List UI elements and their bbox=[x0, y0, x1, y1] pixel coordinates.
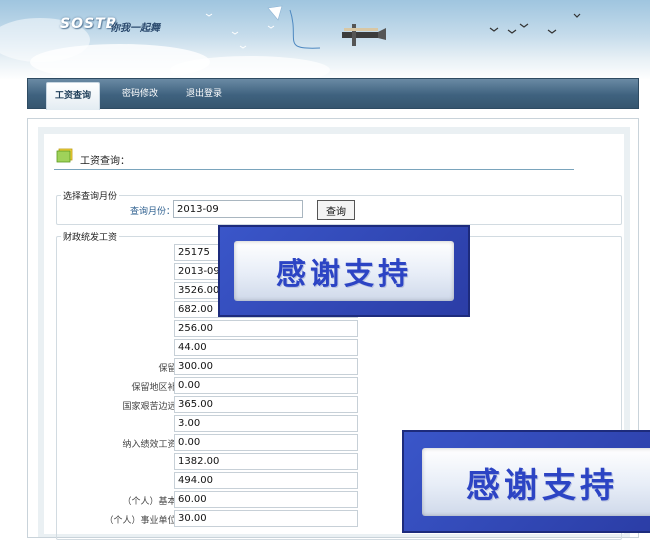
wage-row-value: 60.00 bbox=[174, 491, 358, 508]
wage-row-value: 0.00 bbox=[174, 434, 358, 451]
wage-row-value: 365.00 bbox=[174, 396, 358, 413]
query-button[interactable]: 查询 bbox=[317, 200, 355, 220]
banner-artwork bbox=[0, 5, 581, 80]
thanks-overlay-text: 感谢支持 bbox=[276, 257, 412, 292]
wage-row: 薪级工资*：256.00 bbox=[56, 320, 616, 338]
month-query-legend: 选择查询月份 bbox=[63, 192, 118, 202]
wage-row-value: 3.00 bbox=[174, 415, 358, 432]
month-label: 查询月份： bbox=[130, 207, 176, 217]
thanks-overlay-text: 感谢支持 bbox=[466, 465, 618, 506]
wage-row: 保留地区补贴*：300.00 bbox=[56, 358, 616, 376]
thanks-overlay-panel: 感谢支持 bbox=[422, 448, 650, 516]
page-title: 工资查询： bbox=[80, 156, 130, 167]
site-slogan: 你我一起舞 bbox=[110, 23, 160, 34]
header-banner: SOSTB 你我一起舞 bbox=[0, 0, 650, 80]
wage-row-value: 300.00 bbox=[174, 358, 358, 375]
wage-row: 国家艰苦边远地区津贴*：365.00 bbox=[56, 396, 616, 414]
thanks-overlay-panel: 感谢支持 bbox=[234, 241, 454, 301]
wage-row: 高定工资*：44.00 bbox=[56, 339, 616, 357]
wage-row-value: 1382.00 bbox=[174, 453, 358, 470]
wage-row-value: 30.00 bbox=[174, 510, 358, 527]
main-nav: 工资查询 密码修改 退出登录 bbox=[27, 78, 639, 110]
thanks-overlay: 感谢支持 bbox=[218, 225, 470, 317]
tab-wage-query[interactable]: 工资查询 bbox=[46, 82, 100, 110]
wage-details-legend: 财政统发工资 bbox=[63, 233, 118, 243]
thanks-overlay: 感谢支持 bbox=[402, 430, 650, 533]
wage-row-value: 44.00 bbox=[174, 339, 358, 356]
site-logo: SOSTB bbox=[60, 16, 118, 32]
title-divider bbox=[54, 169, 574, 170]
tab-logout[interactable]: 退出登录 bbox=[180, 79, 228, 109]
wage-row-value: 0.00 bbox=[174, 377, 358, 394]
wage-row: 保留地区补贴保留额*：0.00 bbox=[56, 377, 616, 395]
tab-change-password[interactable]: 密码修改 bbox=[116, 79, 164, 109]
month-input[interactable] bbox=[173, 200, 303, 218]
wage-row-value: 256.00 bbox=[174, 320, 358, 337]
wage-row-value: 494.00 bbox=[174, 472, 358, 489]
note-icon bbox=[56, 148, 73, 163]
